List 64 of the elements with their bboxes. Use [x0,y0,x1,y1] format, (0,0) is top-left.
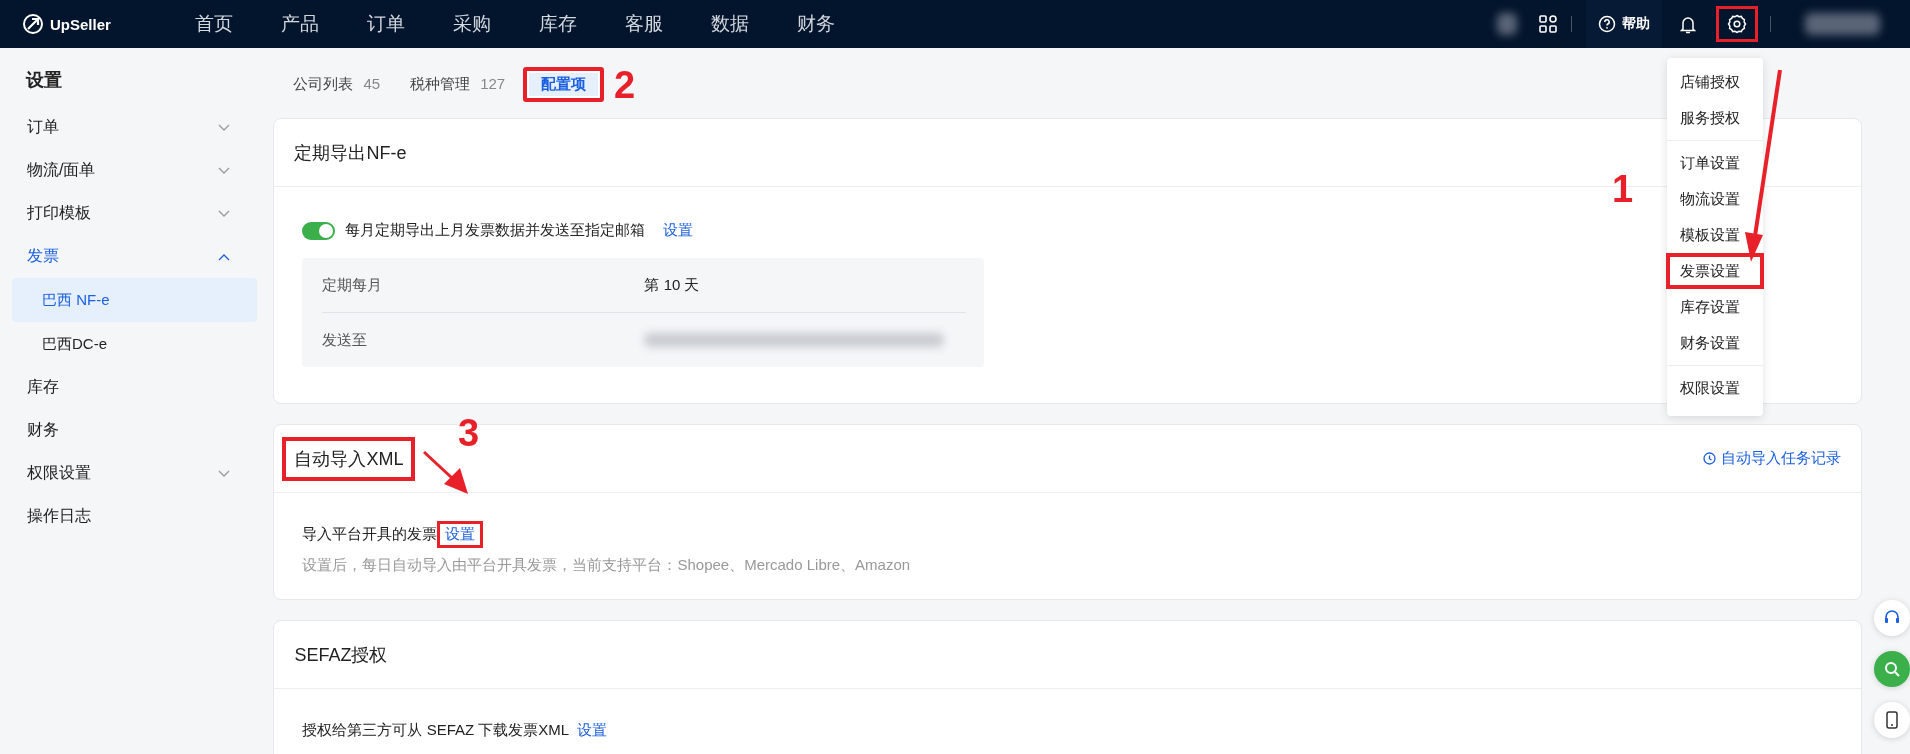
brand-name: UpSeller [50,15,111,33]
nav-link[interactable]: 数据 [711,11,753,37]
sidebar-item[interactable]: 库存 [12,366,236,409]
sidebar-subitem[interactable]: 巴西 NF-e [12,278,257,322]
rocket-logo-icon [22,13,44,35]
menu-item[interactable]: 订单设置 [1666,145,1764,181]
step-number: 2 [614,64,636,107]
settings-link[interactable]: 设置 [569,717,616,744]
sidebar-subitem[interactable]: 巴西DC-e [12,322,257,366]
card-title: 自动导入XML [282,436,416,481]
help-link[interactable]: 帮助 [1586,0,1662,48]
hint-text: 设置后，每日自动导入由平台开具发票，当前支持平台：Shopee、Mercado Libre、Amazon [302,556,912,575]
detail-label: 发送至 [322,330,369,350]
setting-label: 导入平台开具的发票 [302,525,438,544]
card-title: SEFAZ授权 [293,643,389,667]
toggle-switch[interactable] [302,221,336,240]
settings-link[interactable]: 设置 [437,521,484,548]
search-button[interactable] [1874,651,1910,687]
menu-item[interactable]: 店铺授权 [1666,64,1764,100]
step-number: 1 [1612,168,1634,211]
nav-link[interactable]: 库存 [539,11,581,37]
tab[interactable]: 公司列表 45 [281,66,393,102]
setting-label: 授权给第三方可从 SEFAZ 下载发票XML [302,721,570,740]
menu-item[interactable]: 发票设置 [1666,253,1764,289]
help-icon [1598,15,1616,33]
menu-item[interactable]: 权限设置 [1666,370,1764,406]
toggle-label: 每月定期导出上月发票数据并发送至指定邮箱 [345,221,646,240]
detail-value: 第 10 天 [644,275,700,295]
task-log-link[interactable]: 自动导入任务记录 [1703,449,1841,468]
card-title: 定期导出NF-e [293,141,408,165]
nav-link[interactable]: 采购 [453,11,495,37]
mobile-button[interactable] [1874,702,1910,738]
phone-icon [1885,711,1899,729]
settings-link[interactable]: 设置 [655,217,702,244]
detail-label: 定期每月 [322,275,384,295]
tab[interactable]: 税种管理 127 [398,66,518,102]
search-icon [1883,660,1901,678]
sidebar-item[interactable]: 订单 [12,106,236,149]
nav-link[interactable]: 客服 [625,11,667,37]
menu-item[interactable]: 财务设置 [1666,325,1764,361]
sidebar-item[interactable]: 发票 [12,235,236,278]
sidebar-item[interactable]: 财务 [12,409,236,452]
nav-link[interactable]: 首页 [195,11,237,37]
menu-item[interactable]: 物流设置 [1666,181,1764,217]
menu-item[interactable]: 服务授权 [1666,100,1764,136]
sidebar-title: 设置 [24,69,63,92]
menu-item[interactable]: 模板设置 [1666,217,1764,253]
step-number: 3 [458,412,480,455]
nav-link[interactable]: 产品 [281,11,323,37]
menu-item[interactable]: 库存设置 [1666,289,1764,325]
clock-icon [1703,452,1716,465]
bell-icon[interactable] [1680,14,1696,34]
sidebar-item[interactable]: 操作日志 [12,495,236,538]
nav-link[interactable]: 财务 [797,11,839,37]
tab[interactable]: 配置项 [523,66,605,102]
sidebar-item[interactable]: 物流/面单 [12,149,236,192]
annotation-arrow [422,450,468,494]
blurred-item [1497,13,1517,35]
support-button[interactable] [1874,600,1910,636]
settings-icon[interactable] [1718,8,1756,40]
nav-link[interactable]: 订单 [367,11,409,37]
sidebar-item[interactable]: 打印模板 [12,192,236,235]
apps-icon[interactable] [1539,15,1557,33]
sidebar-item[interactable]: 权限设置 [12,452,236,495]
